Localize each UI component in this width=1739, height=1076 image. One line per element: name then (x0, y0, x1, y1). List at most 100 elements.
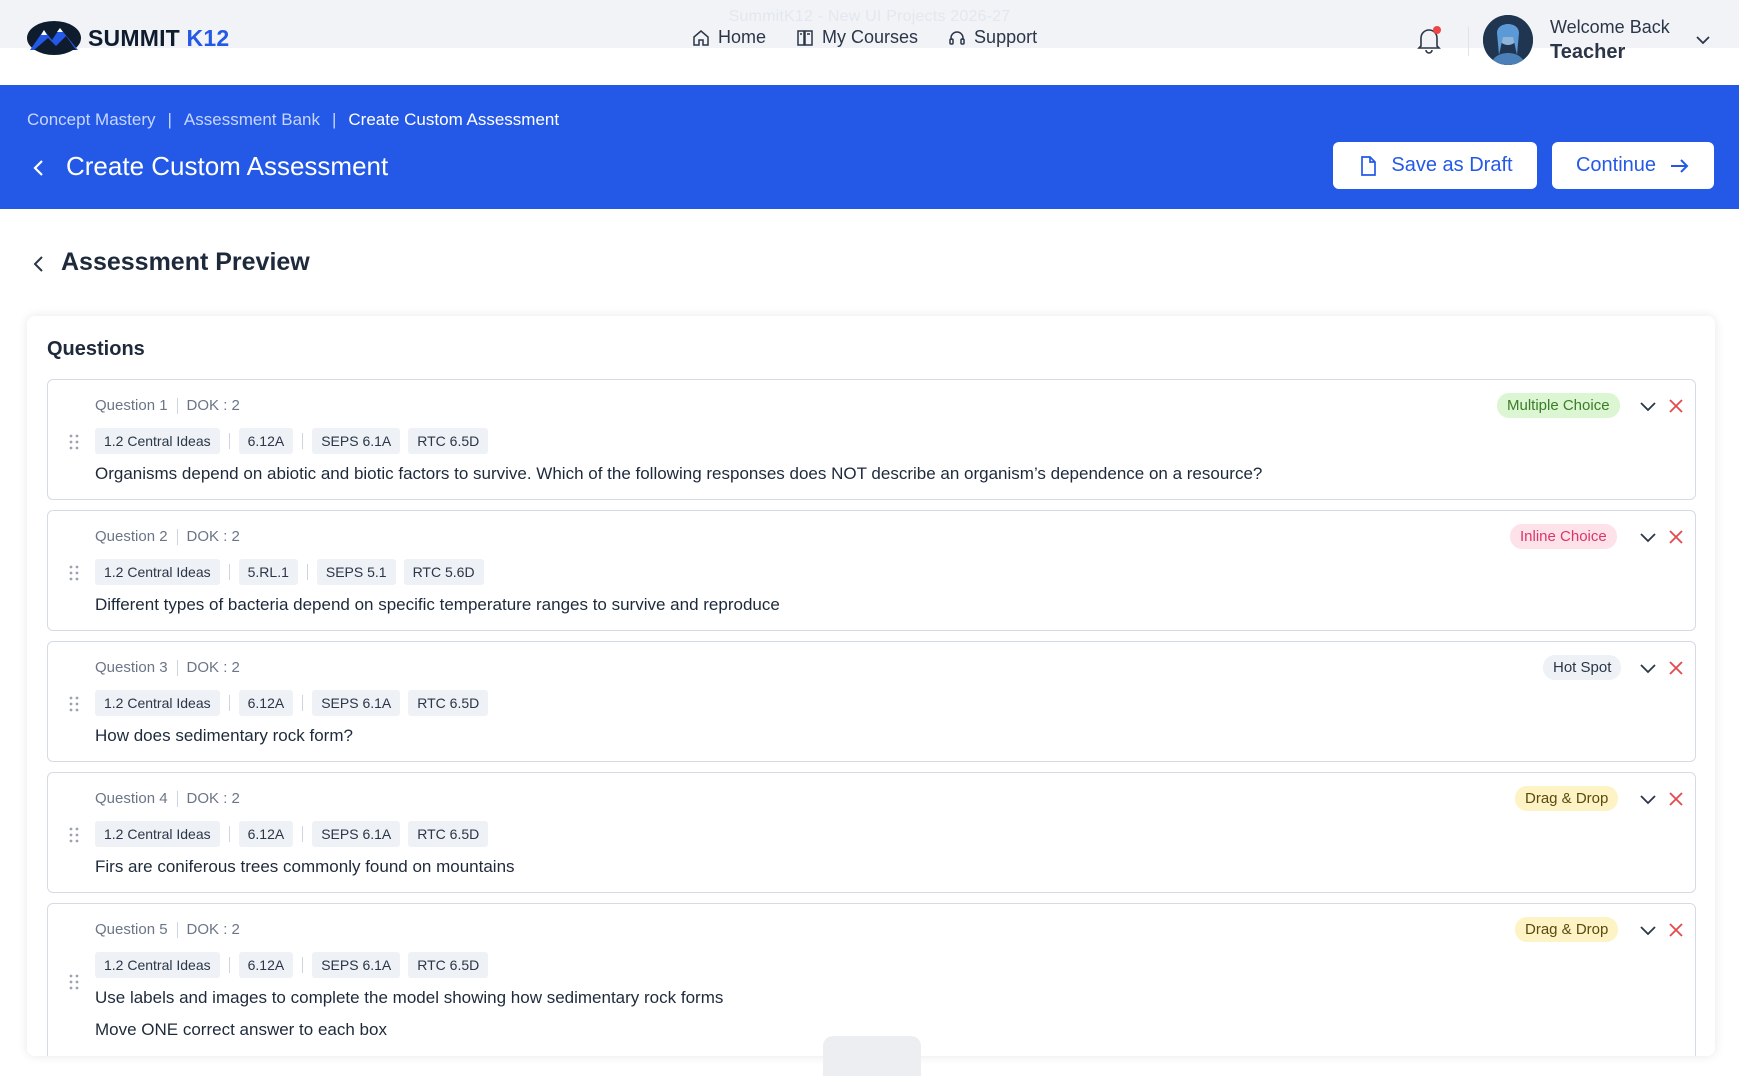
question-row[interactable]: Question 3 DOK : 2 1.2 Central Ideas 6.12… (47, 641, 1696, 762)
scroll-handle[interactable] (823, 1036, 921, 1076)
standards-tags: 1.2 Central Ideas 6.12A SEPS 6.1A RTC 6.… (95, 690, 489, 716)
question-text: Use labels and images to complete the mo… (95, 988, 724, 1007)
standard-tag: 6.12A (238, 821, 294, 847)
question-meta: Question 1 DOK : 2 (95, 397, 240, 414)
save-as-draft-label: Save as Draft (1391, 154, 1513, 176)
nav-my-courses-label: My Courses (822, 27, 919, 47)
close-icon[interactable] (1667, 659, 1685, 677)
standard-tag: SEPS 6.1A (312, 428, 401, 454)
question-text: How does sedimentary rock form? (95, 726, 353, 745)
question-row[interactable]: Question 1 DOK : 2 1.2 Central Ideas 6.12… (47, 379, 1696, 500)
headset-icon (949, 30, 965, 45)
page-title: Create Custom Assessment (66, 151, 389, 181)
continue-button[interactable]: Continue (1552, 142, 1714, 189)
question-dok: DOK : 2 (186, 528, 240, 545)
drag-handle-icon[interactable] (67, 694, 81, 714)
save-as-draft-button[interactable]: Save as Draft (1333, 142, 1537, 189)
breadcrumb-separator: | (331, 110, 337, 129)
standard-tag: 1.2 Central Ideas (95, 428, 220, 454)
breadcrumb: Concept Mastery | Assessment Bank | Crea… (27, 110, 559, 130)
question-number: Question 5 (95, 921, 168, 938)
window-title: SummitK12 - New UI Projects 2026-27 (728, 8, 1011, 25)
question-meta: Question 2 DOK : 2 (95, 528, 240, 545)
question-meta: Question 5 DOK : 2 (95, 921, 240, 938)
standard-tag: 5.RL.1 (238, 559, 298, 585)
standards-tags: 1.2 Central Ideas 5.RL.1 SEPS 5.1 RTC 5.… (95, 559, 484, 585)
continue-label: Continue (1575, 154, 1657, 176)
drag-handle-icon[interactable] (67, 432, 81, 452)
breadcrumb-concept-mastery[interactable]: Concept Mastery (27, 110, 156, 130)
standard-tag: RTC 6.5D (408, 952, 489, 978)
standard-tag: RTC 6.5D (408, 690, 489, 716)
question-meta: Question 4 DOK : 2 (95, 790, 240, 807)
question-text: Organisms depend on abiotic and biotic f… (95, 464, 1263, 483)
standard-tag: SEPS 6.1A (312, 952, 401, 978)
standards-tags: 1.2 Central Ideas 6.12A SEPS 6.1A RTC 6.… (95, 952, 489, 978)
brand-logo[interactable]: SUMMIT K12 (26, 20, 229, 56)
standard-tag: RTC 6.5D (408, 821, 489, 847)
question-type-badge: Drag & Drop (1515, 786, 1619, 811)
close-icon[interactable] (1667, 528, 1685, 546)
standard-tag: 6.12A (238, 690, 294, 716)
questions-heading: Questions (47, 338, 145, 360)
header-divider (1468, 26, 1469, 56)
arrow-right-icon (1671, 158, 1689, 173)
document-icon (1361, 155, 1377, 176)
home-icon (693, 29, 709, 46)
question-dok: DOK : 2 (186, 790, 240, 807)
drag-handle-icon[interactable] (67, 972, 81, 992)
close-icon[interactable] (1667, 790, 1685, 808)
standards-tags: 1.2 Central Ideas 6.12A SEPS 6.1A RTC 6.… (95, 428, 489, 454)
standard-tag: 1.2 Central Ideas (95, 559, 220, 585)
brand-name: SUMMIT K12 (88, 24, 230, 51)
chevron-down-icon[interactable] (1638, 658, 1658, 678)
avatar[interactable] (1483, 15, 1533, 65)
question-number: Question 4 (95, 790, 168, 807)
nav-home[interactable]: Home (692, 27, 766, 48)
chevron-down-icon[interactable] (1638, 527, 1658, 547)
question-type-badge: Hot Spot (1543, 655, 1622, 680)
standard-tag: SEPS 6.1A (312, 821, 401, 847)
question-dok: DOK : 2 (186, 921, 240, 938)
notification-dot (1433, 26, 1441, 34)
close-icon[interactable] (1667, 397, 1685, 415)
question-number: Question 2 (95, 528, 168, 545)
user-greeting[interactable]: Welcome Back Teacher (1550, 17, 1670, 64)
close-icon[interactable] (1667, 921, 1685, 939)
questions-card: Questions Question 1 DOK : 2 1.2 Central … (27, 316, 1715, 1056)
standard-tag: 6.12A (238, 952, 294, 978)
question-row[interactable]: Question 5 DOK : 2 1.2 Central Ideas 6.12… (47, 903, 1696, 1056)
chevron-down-icon[interactable] (1638, 920, 1658, 940)
section-title: Assessment Preview (61, 248, 310, 276)
drag-handle-icon[interactable] (67, 563, 81, 583)
question-type-badge: Inline Choice (1510, 524, 1617, 549)
welcome-text: Welcome Back (1550, 17, 1670, 37)
chevron-down-icon[interactable] (1638, 789, 1658, 809)
standard-tag: 6.12A (238, 428, 294, 454)
question-type-badge: Multiple Choice (1497, 393, 1620, 418)
standard-tag: 1.2 Central Ideas (95, 952, 220, 978)
nav-my-courses[interactable]: My Courses (796, 27, 918, 48)
standard-tag: SEPS 6.1A (312, 690, 401, 716)
nav-support[interactable]: Support (948, 27, 1037, 48)
standard-tag: 1.2 Central Ideas (95, 821, 220, 847)
chevron-down-icon[interactable] (1638, 396, 1658, 416)
breadcrumb-current: Create Custom Assessment (348, 110, 560, 129)
page-header: Concept Mastery | Assessment Bank | Crea… (0, 85, 1739, 209)
question-meta: Question 3 DOK : 2 (95, 659, 240, 676)
back-arrow-icon[interactable] (28, 157, 50, 179)
standard-tag: RTC 6.5D (408, 428, 489, 454)
top-navigation-bar: SummitK12 - New UI Projects 2026-27 SUMM… (0, 0, 1739, 85)
question-instruction: Move ONE correct answer to each box (95, 1020, 387, 1039)
standard-tag: RTC 5.6D (403, 559, 484, 585)
book-icon (797, 29, 813, 46)
question-row[interactable]: Question 4 DOK : 2 1.2 Central Ideas 6.12… (47, 772, 1696, 893)
question-row[interactable]: Question 2 DOK : 2 1.2 Central Ideas 5.RL… (47, 510, 1696, 631)
chevron-down-icon[interactable] (1693, 30, 1713, 50)
chevron-left-icon[interactable] (29, 254, 49, 274)
breadcrumb-assessment-bank[interactable]: Assessment Bank (184, 110, 320, 130)
nav-home-label: Home (718, 27, 767, 47)
breadcrumb-separator: | (167, 110, 172, 129)
drag-handle-icon[interactable] (67, 825, 81, 845)
question-text: Firs are coniferous trees commonly found… (95, 857, 515, 876)
